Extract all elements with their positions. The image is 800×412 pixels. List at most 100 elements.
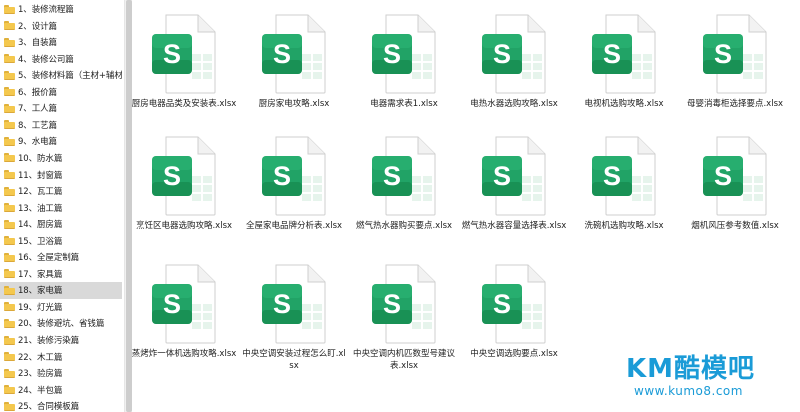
sidebar-item-label: 15、卫浴篇 — [18, 236, 63, 247]
sidebar-item-6[interactable]: 6、报价篇 — [0, 83, 122, 100]
sidebar-item-3[interactable]: 3、自装篇 — [0, 34, 122, 51]
sidebar-item-12[interactable]: 12、瓦工篇 — [0, 183, 122, 200]
file-item[interactable]: S 洗碗机选购攻略.xlsx — [570, 128, 678, 256]
file-name: 中央空调安装过程怎么盯.xlsx — [242, 349, 346, 371]
sidebar-item-9[interactable]: 9、水电篇 — [0, 133, 122, 150]
sidebar-item-19[interactable]: 19、灯光篇 — [0, 298, 122, 315]
file-name: 中央空调选购要点.xlsx — [470, 349, 558, 359]
file-item[interactable]: S 电热水器选购攻略.xlsx — [460, 6, 568, 134]
sidebar-item-label: 14、厨房篇 — [18, 220, 63, 231]
sidebar-item-4[interactable]: 4、装修公司篇 — [0, 50, 122, 67]
sidebar-item-label: 13、油工篇 — [18, 203, 63, 214]
file-name: 电视机选购攻略.xlsx — [584, 99, 664, 109]
sidebar-item-label: 17、家具篇 — [18, 269, 63, 280]
sidebar-item-label: 9、水电篇 — [18, 137, 57, 148]
file-name: 烹饪区电器选购攻略.xlsx — [135, 221, 233, 231]
sidebar-item-5[interactable]: 5、装修材料篇（主材+辅材） — [0, 67, 122, 84]
sidebar-item-label: 7、工人篇 — [18, 104, 57, 115]
sidebar-item-18[interactable]: 18、家电篇 — [0, 281, 122, 299]
file-item[interactable]: S 中央空调安装过程怎么盯.xlsx — [240, 256, 348, 384]
sidebar-item-25[interactable]: 25、合同模板篇 — [0, 398, 122, 412]
file-item[interactable]: S 中央空调内机匹数型号建议表.xlsx — [350, 256, 458, 384]
folder-icon — [4, 70, 15, 80]
folder-icon — [4, 401, 15, 411]
watermark-url: www.kumo8.com — [634, 384, 743, 398]
file-item[interactable]: S 燃气热水器容量选择表.xlsx — [460, 128, 568, 256]
svg-text:S: S — [163, 39, 181, 69]
excel-file-icon: S — [482, 14, 546, 94]
svg-text:S: S — [603, 39, 621, 69]
excel-file-icon: S — [372, 264, 436, 344]
sidebar-item-10[interactable]: 10、防水篇 — [0, 149, 122, 166]
sidebar-item-13[interactable]: 13、油工篇 — [0, 199, 122, 216]
sidebar-item-7[interactable]: 7、工人篇 — [0, 100, 122, 117]
excel-file-icon: S — [262, 136, 326, 216]
sidebar-item-24[interactable]: 24、半包篇 — [0, 381, 122, 398]
file-name: 燃气热水器购买要点.xlsx — [355, 221, 453, 231]
sidebar-item-label: 3、自装篇 — [18, 38, 57, 49]
sidebar-item-label: 25、合同模板篇 — [18, 402, 80, 412]
sidebar-item-label: 22、木工篇 — [18, 352, 63, 363]
folder-icon — [4, 4, 15, 14]
file-item[interactable]: S 母婴消毒柜选择要点.xlsx — [681, 6, 789, 134]
sidebar-item-14[interactable]: 14、厨房篇 — [0, 216, 122, 233]
folder-icon — [4, 186, 15, 196]
excel-file-icon: S — [262, 264, 326, 344]
file-name: 全屋家电品牌分析表.xlsx — [245, 221, 343, 231]
folder-icon — [4, 352, 15, 362]
excel-file-icon: S — [152, 136, 216, 216]
svg-text:S: S — [493, 289, 511, 319]
sidebar-item-17[interactable]: 17、家具篇 — [0, 265, 122, 282]
svg-text:S: S — [273, 39, 291, 69]
file-item[interactable]: S 全屋家电品牌分析表.xlsx — [240, 128, 348, 256]
sidebar-item-label: 23、验房篇 — [18, 369, 63, 380]
sidebar-item-label: 20、装修避坑、省钱篇 — [18, 319, 105, 330]
sidebar-item-11[interactable]: 11、封窗篇 — [0, 166, 122, 183]
excel-file-icon: S — [703, 14, 767, 94]
file-item[interactable]: S 燃气热水器购买要点.xlsx — [350, 128, 458, 256]
file-name: 中央空调内机匹数型号建议表.xlsx — [352, 349, 455, 371]
file-name: 电热水器选购攻略.xlsx — [470, 99, 558, 109]
svg-text:S: S — [603, 161, 621, 191]
folder-icon — [4, 21, 15, 31]
sidebar-item-label: 8、工艺篇 — [18, 120, 57, 131]
file-name: 洗碗机选购攻略.xlsx — [584, 221, 664, 231]
folder-icon — [4, 236, 15, 246]
excel-file-icon: S — [592, 136, 656, 216]
file-name: 厨房家电攻略.xlsx — [258, 99, 330, 109]
file-item[interactable]: S 蒸烤炸一体机选购攻略.xlsx — [130, 256, 238, 384]
sidebar-item-22[interactable]: 22、木工篇 — [0, 348, 122, 365]
folder-icon — [4, 136, 15, 146]
file-item[interactable]: S 电视机选购攻略.xlsx — [570, 6, 678, 134]
sidebar-item-2[interactable]: 2、设计篇 — [0, 17, 122, 34]
excel-file-icon: S — [152, 14, 216, 94]
sidebar-item-8[interactable]: 8、工艺篇 — [0, 116, 122, 133]
file-item[interactable]: S 烹饪区电器选购攻略.xlsx — [130, 128, 238, 256]
sidebar-item-15[interactable]: 15、卫浴篇 — [0, 232, 122, 249]
watermark: KM酷模吧 www.kumo8.com — [620, 348, 790, 408]
file-item[interactable]: S 中央空调选购要点.xlsx — [460, 256, 568, 384]
excel-file-icon: S — [152, 264, 216, 344]
svg-text:S: S — [383, 161, 401, 191]
sidebar-item-label: 6、报价篇 — [18, 87, 57, 98]
sidebar-item-label: 21、装修污染篇 — [18, 336, 80, 346]
svg-text:S: S — [493, 161, 511, 191]
file-item[interactable]: S 厨房家电攻略.xlsx — [240, 6, 348, 134]
sidebar-item-20[interactable]: 20、装修避坑、省钱篇 — [0, 315, 122, 332]
sidebar-item-16[interactable]: 16、全屋定制篇 — [0, 249, 122, 266]
sidebar-item-label: 16、全屋定制篇 — [18, 253, 80, 264]
file-name: 燃气热水器容量选择表.xlsx — [461, 221, 567, 231]
folder-icon — [4, 219, 15, 229]
sidebar-item-1[interactable]: 1、装修流程篇 — [0, 1, 122, 18]
file-item[interactable]: S 厨房电器品类及安装表.xlsx — [130, 6, 238, 134]
file-name: 蒸烤炸一体机选购攻略.xlsx — [131, 349, 237, 359]
file-name: 母婴消毒柜选择要点.xlsx — [686, 99, 784, 109]
file-item[interactable]: S 烟机风压参考数值.xlsx — [681, 128, 789, 256]
file-item[interactable]: S 电器需求表1.xlsx — [350, 6, 458, 134]
sidebar-item-21[interactable]: 21、装修污染篇 — [0, 332, 122, 349]
file-name: 烟机风压参考数值.xlsx — [691, 221, 779, 231]
excel-file-icon: S — [372, 136, 436, 216]
svg-text:S: S — [714, 161, 732, 191]
sidebar-item-23[interactable]: 23、验房篇 — [0, 365, 122, 382]
sidebar-item-label: 12、瓦工篇 — [18, 187, 63, 198]
